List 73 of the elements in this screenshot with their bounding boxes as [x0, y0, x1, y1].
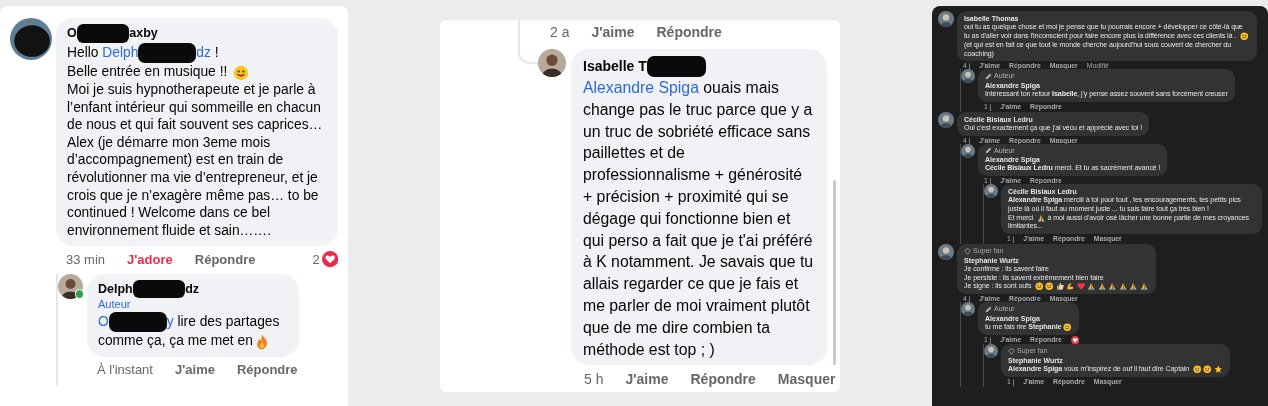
reaction-count: 2 — [312, 252, 320, 267]
flexed-arm-icon — [1066, 282, 1075, 291]
comment-time: 2 a — [550, 24, 570, 40]
author-name[interactable]: dz — [185, 280, 200, 298]
reply-link[interactable]: Répondre — [656, 24, 722, 40]
badge-label: Auteur — [98, 298, 131, 312]
reply-link[interactable]: Répondre — [690, 371, 756, 388]
like-link[interactable]: J'aime — [591, 24, 635, 40]
pencil-icon — [985, 73, 992, 81]
redaction-mark — [646, 56, 706, 77]
reply-link[interactable]: Répondre — [236, 361, 298, 377]
smiley-icon — [1045, 282, 1054, 291]
star-icon — [1213, 364, 1223, 374]
comment-text: Alexandre Spiga ouais mais change pas le truc parce que y a un truc de sobriété efficace sans paillettes et de professionnalisme + générosité + précision + proximité qui se dégage qui fonctionne bien et qui perso a fait que je t'ai préféré à K notamment. Je savais que tu allais regarder ce que je fais et me parler de moi vraiment plutôt que de me dire combien ta méthode est top ; ) — [583, 78, 815, 360]
redacted-avatar — [10, 18, 52, 60]
avatar[interactable] — [538, 49, 566, 77]
praying-hands-icon — [1036, 213, 1046, 223]
avatar[interactable] — [938, 11, 954, 27]
comment-time: À l'instant — [97, 361, 153, 377]
comment-time: 33 min — [66, 252, 106, 267]
author-name[interactable]: O — [67, 25, 77, 42]
praying-hands-icon — [1118, 282, 1128, 291]
like-link[interactable]: J'aime — [625, 371, 669, 388]
reply-link[interactable]: Répondre — [194, 252, 256, 267]
avatar[interactable] — [938, 244, 954, 261]
smiley-icon — [1239, 31, 1249, 41]
mention-link[interactable]: dz — [196, 44, 211, 60]
avatar[interactable] — [961, 302, 975, 317]
praying-hands-icon — [1129, 282, 1138, 291]
comment-text: O y lire des partages comme ça, ça me met en — [98, 311, 281, 350]
praying-hands-icon — [1087, 282, 1096, 291]
mention-link[interactable]: Alexandre Spiga — [583, 79, 699, 96]
smiley-icon — [1062, 322, 1072, 332]
hide-link[interactable]: Masquer — [777, 371, 836, 388]
praying-hands-icon — [1139, 282, 1149, 291]
author-name[interactable]: axby — [129, 25, 158, 42]
thread-line — [518, 20, 538, 64]
pencil-icon — [985, 147, 992, 155]
diamond-icon — [964, 247, 971, 255]
comment-text: Hello Delph dz ! — [67, 42, 327, 64]
avatar[interactable] — [961, 69, 975, 84]
scrollbar[interactable] — [833, 180, 836, 365]
avatar[interactable] — [984, 183, 998, 198]
comment-text: Belle entrée en musique !! — [67, 63, 327, 82]
comment-time: 5 h — [584, 371, 604, 388]
mention-link[interactable]: O — [98, 313, 109, 329]
avatar[interactable] — [58, 273, 83, 299]
avatar[interactable] — [984, 344, 998, 359]
praying-hands-icon — [1097, 282, 1107, 291]
smiley-icon — [1034, 282, 1044, 291]
smiley-icon — [232, 64, 249, 81]
avatar[interactable] — [938, 111, 954, 128]
redaction-mark — [138, 42, 197, 64]
mention-link[interactable]: y — [166, 313, 174, 329]
author-name[interactable]: Isabelle T — [583, 57, 647, 76]
diamond-icon — [1008, 347, 1015, 355]
heart-reaction-icon[interactable] — [1070, 335, 1080, 345]
redaction-mark — [108, 311, 167, 333]
smiley-icon — [1203, 364, 1212, 374]
comment-text: Alex (je démarre mon 3eme mois d’accompagnement) est en train de révolutionner ma vie d’entrepreneur, et je crois que je n’exagère même pas… to be continued ! Welcome dans ce bel environnement fluide et sain……. — [67, 133, 320, 240]
pencil-icon — [985, 305, 992, 313]
redaction-mark — [76, 24, 130, 43]
avatar[interactable] — [961, 143, 975, 158]
heart-icon — [1076, 282, 1086, 291]
like-link[interactable]: J'adore — [127, 252, 173, 267]
praying-hands-icon — [1108, 282, 1117, 291]
thumbs-up-icon — [1055, 282, 1065, 291]
redaction-mark — [132, 279, 186, 299]
smiley-icon — [1192, 364, 1202, 374]
author-name[interactable]: Delph — [98, 280, 133, 298]
mention-link[interactable]: Delph — [102, 44, 139, 60]
like-link[interactable]: J'aime — [174, 361, 215, 377]
comment-text: Moi je suis hypnotherapeute et je parle à l’enfant intérieur qui sommeille en chacun de nous et qui fait souvent ses caprices… — [67, 81, 324, 134]
